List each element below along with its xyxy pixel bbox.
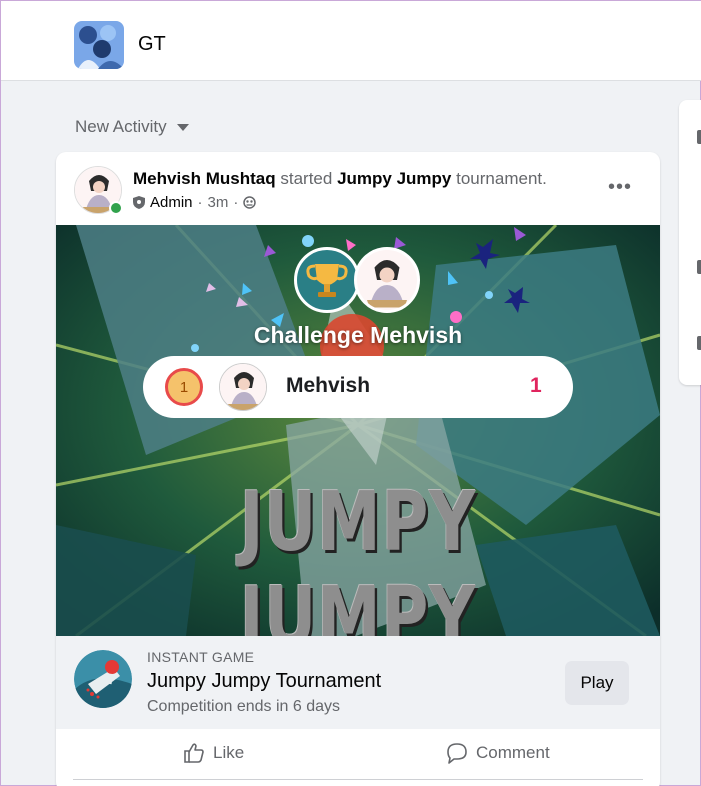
post-meta: Admin · 3m · <box>133 194 257 211</box>
post-headline: Mehvish Mushtaq started Jumpy Jumpy tour… <box>133 169 547 189</box>
shield-icon <box>133 196 145 209</box>
challenge-title: Challenge Mehvish <box>253 322 463 348</box>
comment-icon <box>447 743 467 764</box>
game-type-label: INSTANT GAME <box>147 649 255 665</box>
author-role: Admin <box>150 194 193 211</box>
like-label: Like <box>213 743 245 762</box>
game-subtitle: Competition ends in 6 days <box>147 698 340 715</box>
post-actions: Like Comment <box>73 729 643 780</box>
caret-down-icon <box>176 123 189 131</box>
side-panel-glyph <box>697 260 701 274</box>
author-name[interactable]: Mehvish Mushtaq <box>133 169 276 188</box>
game-title[interactable]: Jumpy Jumpy Tournament <box>147 670 381 693</box>
feed-sort-label: New Activity <box>75 117 167 136</box>
headline-verb: started <box>280 169 333 188</box>
play-button[interactable]: Play <box>565 661 629 705</box>
game-info-card[interactable]: INSTANT GAME Jumpy Jumpy Tournament Comp… <box>56 636 660 729</box>
like-button[interactable]: Like <box>183 742 244 764</box>
globe-icon[interactable] <box>243 196 257 209</box>
online-status-indicator <box>109 201 123 215</box>
comment-button[interactable]: Comment <box>446 742 550 764</box>
post-card: Mehvish Mushtaq started Jumpy Jumpy tour… <box>56 152 660 786</box>
meta-separator: · <box>233 194 239 211</box>
game-banner[interactable]: Challenge Mehvish 1 Mehvish 1 JUMPY JUMP… <box>56 225 660 636</box>
post-time[interactable]: 3m <box>208 194 229 211</box>
more-options-icon[interactable]: ••• <box>608 176 632 199</box>
trophy-icon <box>306 264 348 297</box>
like-icon <box>184 743 204 763</box>
medal-icon: 1 <box>165 368 203 406</box>
player-score: 1 <box>530 374 542 397</box>
leaderboard-row: 1 Mehvish 1 <box>143 356 573 418</box>
side-panel <box>679 100 701 385</box>
headline-suffix: tournament. <box>456 169 547 188</box>
group-name[interactable]: GT <box>138 33 166 56</box>
meta-separator: · <box>197 194 203 211</box>
trophy-badge <box>294 247 360 313</box>
feed-sort-dropdown[interactable]: New Activity <box>75 117 189 137</box>
side-panel-glyph <box>697 130 701 144</box>
player-name: Mehvish <box>286 374 371 397</box>
comment-label: Comment <box>476 743 550 762</box>
game-logo-text: JUMPY JUMPY <box>239 475 477 636</box>
game-icon[interactable] <box>74 650 132 708</box>
challenger-avatar <box>354 247 420 313</box>
top-bar: GT <box>1 1 701 81</box>
group-avatar[interactable] <box>74 21 124 69</box>
player-avatar <box>219 363 267 411</box>
rank-number: 1 <box>179 378 189 396</box>
game-link[interactable]: Jumpy Jumpy <box>337 169 451 188</box>
side-panel-glyph <box>697 336 701 350</box>
